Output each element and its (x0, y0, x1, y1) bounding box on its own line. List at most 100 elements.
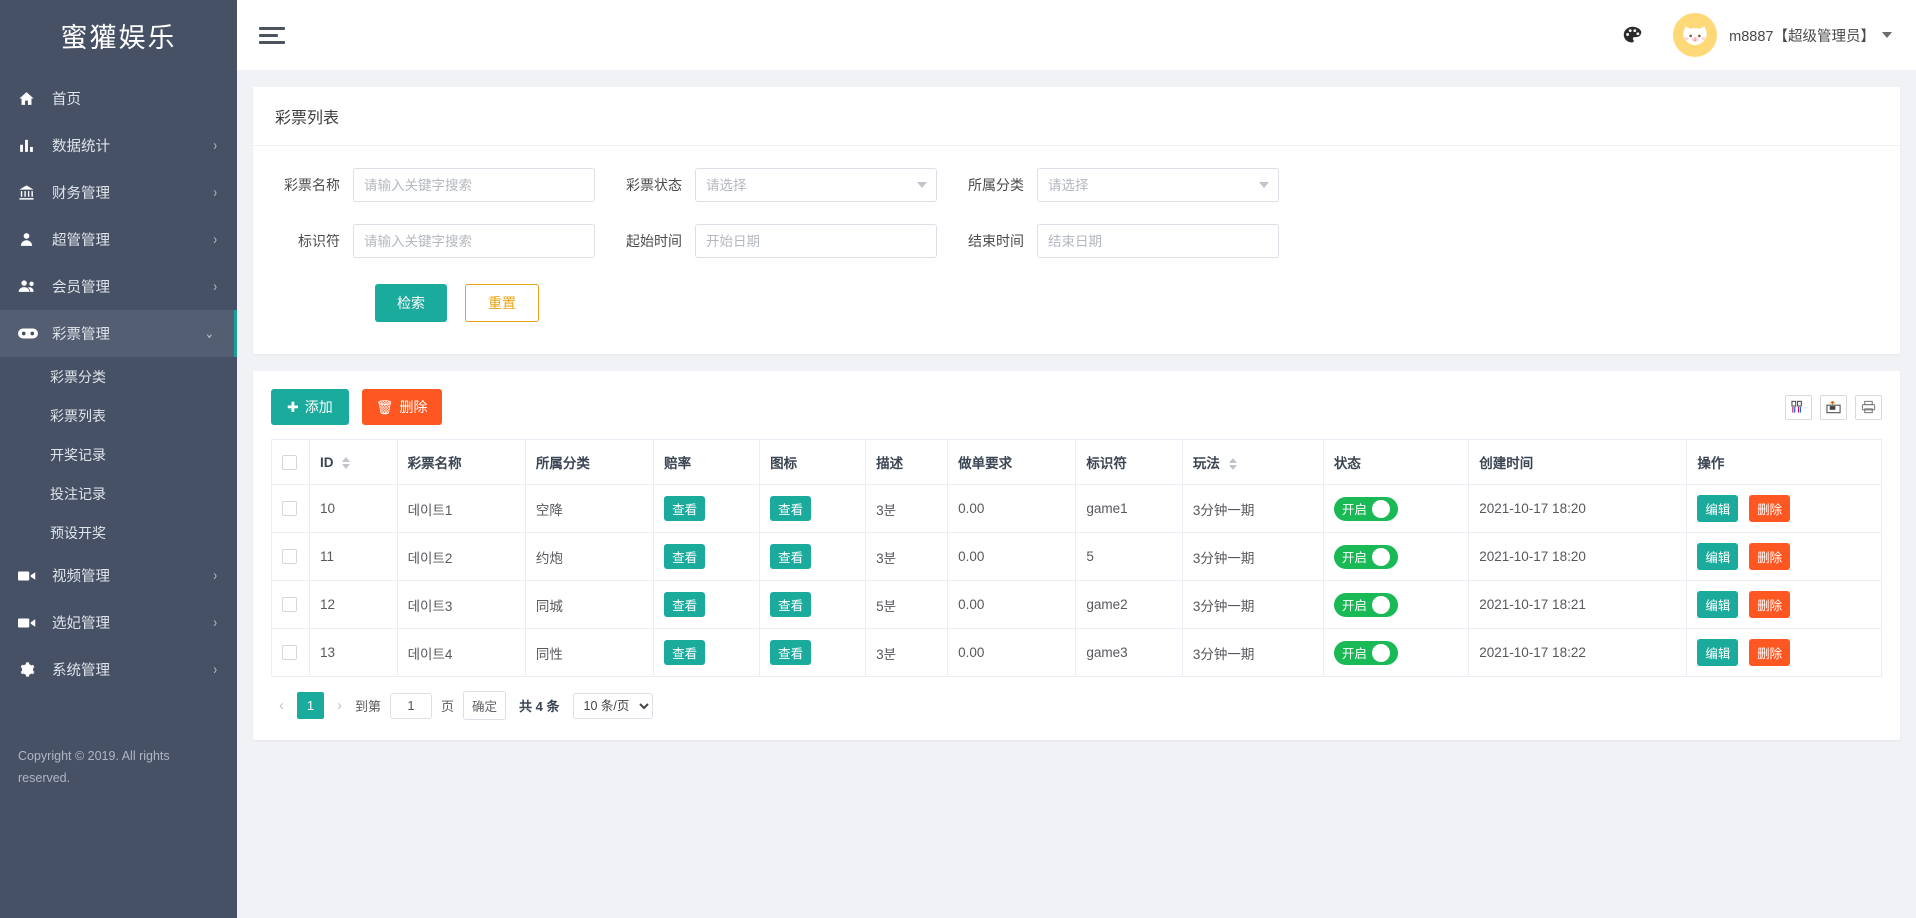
reset-button[interactable]: 重置 (465, 284, 539, 322)
table-row: 12 데이트3 同城 查看 查看 5분 0.00 game2 3分钟一期 开启 … (271, 580, 1882, 629)
flag-input[interactable] (353, 224, 595, 258)
sidebar-item-statistics[interactable]: 数据统计 › (0, 122, 237, 169)
sidebar: 蜜獾娱乐 首页 数据统计 › 财务管理 › 超管管理 › 会员管理 › 彩票管理… (0, 0, 237, 918)
col-status: 状态 (1322, 439, 1470, 485)
lottery-status-select[interactable] (695, 168, 937, 202)
delete-button[interactable]: 删除 (1749, 591, 1791, 618)
col-category: 所属分类 (524, 439, 655, 485)
delete-button[interactable]: 删除 (1749, 543, 1791, 570)
sidebar-subitem-bet-records[interactable]: 投注记录 (0, 474, 237, 513)
sidebar-item-home[interactable]: 首页 (0, 75, 237, 122)
end-date-input[interactable] (1037, 224, 1279, 258)
cell-odds: 查看 (653, 532, 761, 581)
status-toggle[interactable]: 开启 (1333, 496, 1398, 521)
sidebar-item-lottery[interactable]: 彩票管理 ⌄ (0, 310, 237, 357)
view-odds-button[interactable]: 查看 (664, 592, 706, 617)
view-icon-button[interactable]: 查看 (770, 496, 812, 521)
avatar[interactable] (1673, 13, 1718, 57)
edit-button[interactable]: 编辑 (1697, 639, 1739, 666)
prev-page-button[interactable]: ‹ (275, 697, 288, 714)
sidebar-item-admin[interactable]: 超管管理 › (0, 216, 237, 263)
select-all-header (271, 439, 310, 485)
sort-icon[interactable] (1228, 458, 1237, 471)
col-id[interactable]: ID (309, 439, 398, 485)
columns-toggle-icon[interactable] (1785, 394, 1812, 420)
page-title: 彩票列表 (253, 87, 1900, 146)
status-toggle[interactable]: 开启 (1333, 640, 1398, 665)
sidebar-subitem-draw-records[interactable]: 开奖记录 (0, 435, 237, 474)
cell-requirement: 0.00 (947, 580, 1077, 629)
sidebar-subitem-label: 投注记录 (50, 485, 106, 502)
select-all-checkbox[interactable] (282, 454, 297, 470)
gamepad-icon (18, 325, 44, 342)
goto-page-input[interactable] (390, 692, 433, 719)
delete-button[interactable]: 删除 (1749, 495, 1791, 522)
next-page-button[interactable]: › (333, 697, 346, 714)
cell-play: 3分钟一期 (1181, 532, 1324, 581)
sidebar-item-members[interactable]: 会员管理 › (0, 263, 237, 310)
row-checkbox[interactable] (282, 549, 297, 565)
view-odds-button[interactable]: 查看 (664, 640, 706, 665)
view-odds-button[interactable]: 查看 (664, 544, 706, 569)
export-icon[interactable] (1820, 394, 1847, 420)
field-label: 标识符 (298, 233, 340, 249)
sidebar-subitem-lottery-category[interactable]: 彩票分类 (0, 357, 237, 396)
page-size-select[interactable]: 10 条/页 (572, 692, 653, 719)
cell-id: 12 (309, 580, 398, 629)
hamburger-menu-icon[interactable] (259, 23, 285, 48)
sidebar-nav: 首页 数据统计 › 财务管理 › 超管管理 › 会员管理 › 彩票管理 ⌄ 彩票… (0, 71, 237, 693)
category-input[interactable] (1037, 168, 1279, 202)
cell-icon: 查看 (759, 628, 867, 677)
col-play-label: 玩法 (1192, 456, 1220, 471)
sidebar-item-system[interactable]: 系统管理 › (0, 646, 237, 693)
view-odds-button[interactable]: 查看 (664, 496, 706, 521)
goto-confirm-button[interactable]: 确定 (463, 691, 507, 720)
col-play[interactable]: 玩法 (1181, 439, 1324, 485)
field-flag: 标识符 (275, 224, 595, 258)
video-icon (18, 569, 44, 583)
users-icon (18, 278, 44, 295)
sidebar-subitem-preset-draw[interactable]: 预设开奖 (0, 513, 237, 552)
edit-button[interactable]: 编辑 (1697, 591, 1739, 618)
batch-delete-button[interactable]: 🗑 删除 (361, 389, 442, 425)
view-icon-button[interactable]: 查看 (770, 544, 812, 569)
delete-button[interactable]: 删除 (1749, 639, 1791, 666)
page-number-1[interactable]: 1 (297, 692, 324, 719)
toggle-knob (1371, 499, 1390, 518)
cell-category: 约炮 (524, 532, 655, 581)
cell-desc: 3분 (865, 532, 949, 581)
sort-icon[interactable] (342, 456, 351, 469)
status-toggle[interactable]: 开启 (1333, 592, 1398, 617)
sidebar-item-video[interactable]: 视频管理 › (0, 552, 237, 599)
cell-created: 2021-10-17 18:21 (1468, 580, 1688, 629)
cell-desc: 3분 (865, 628, 949, 677)
video-icon (18, 616, 44, 630)
edit-button[interactable]: 编辑 (1697, 495, 1739, 522)
lottery-status-input[interactable] (695, 168, 937, 202)
trash-icon: 🗑 (375, 398, 394, 415)
lottery-name-input[interactable] (353, 168, 595, 202)
add-button[interactable]: ✚ 添加 (271, 389, 349, 425)
sidebar-subitem-label: 彩票分类 (50, 368, 106, 385)
edit-button[interactable]: 编辑 (1697, 543, 1739, 570)
sidebar-subitem-lottery-list[interactable]: 彩票列表 (0, 396, 237, 435)
user-menu[interactable]: m8887【超级管理员】 (1729, 25, 1892, 46)
print-icon[interactable] (1855, 394, 1882, 420)
field-label: 彩票状态 (626, 177, 682, 193)
row-checkbox[interactable] (282, 645, 297, 661)
table-tool-icons (1785, 394, 1882, 420)
sidebar-item-label: 会员管理 (52, 280, 110, 296)
row-checkbox[interactable] (282, 597, 297, 613)
sidebar-item-finance[interactable]: 财务管理 › (0, 169, 237, 216)
cell-play: 3分钟一期 (1181, 484, 1324, 533)
search-button[interactable]: 检索 (375, 284, 447, 322)
pagination: ‹ 1 › 到第 页 确定 共 4 条 10 条/页 (271, 677, 1882, 730)
start-date-input[interactable] (695, 224, 937, 258)
view-icon-button[interactable]: 查看 (770, 640, 812, 665)
category-select[interactable] (1037, 168, 1279, 202)
row-checkbox[interactable] (282, 501, 297, 517)
status-toggle[interactable]: 开启 (1333, 544, 1398, 569)
sidebar-item-concubine[interactable]: 选妃管理 › (0, 599, 237, 646)
palette-icon[interactable] (1622, 25, 1643, 46)
view-icon-button[interactable]: 查看 (770, 592, 812, 617)
